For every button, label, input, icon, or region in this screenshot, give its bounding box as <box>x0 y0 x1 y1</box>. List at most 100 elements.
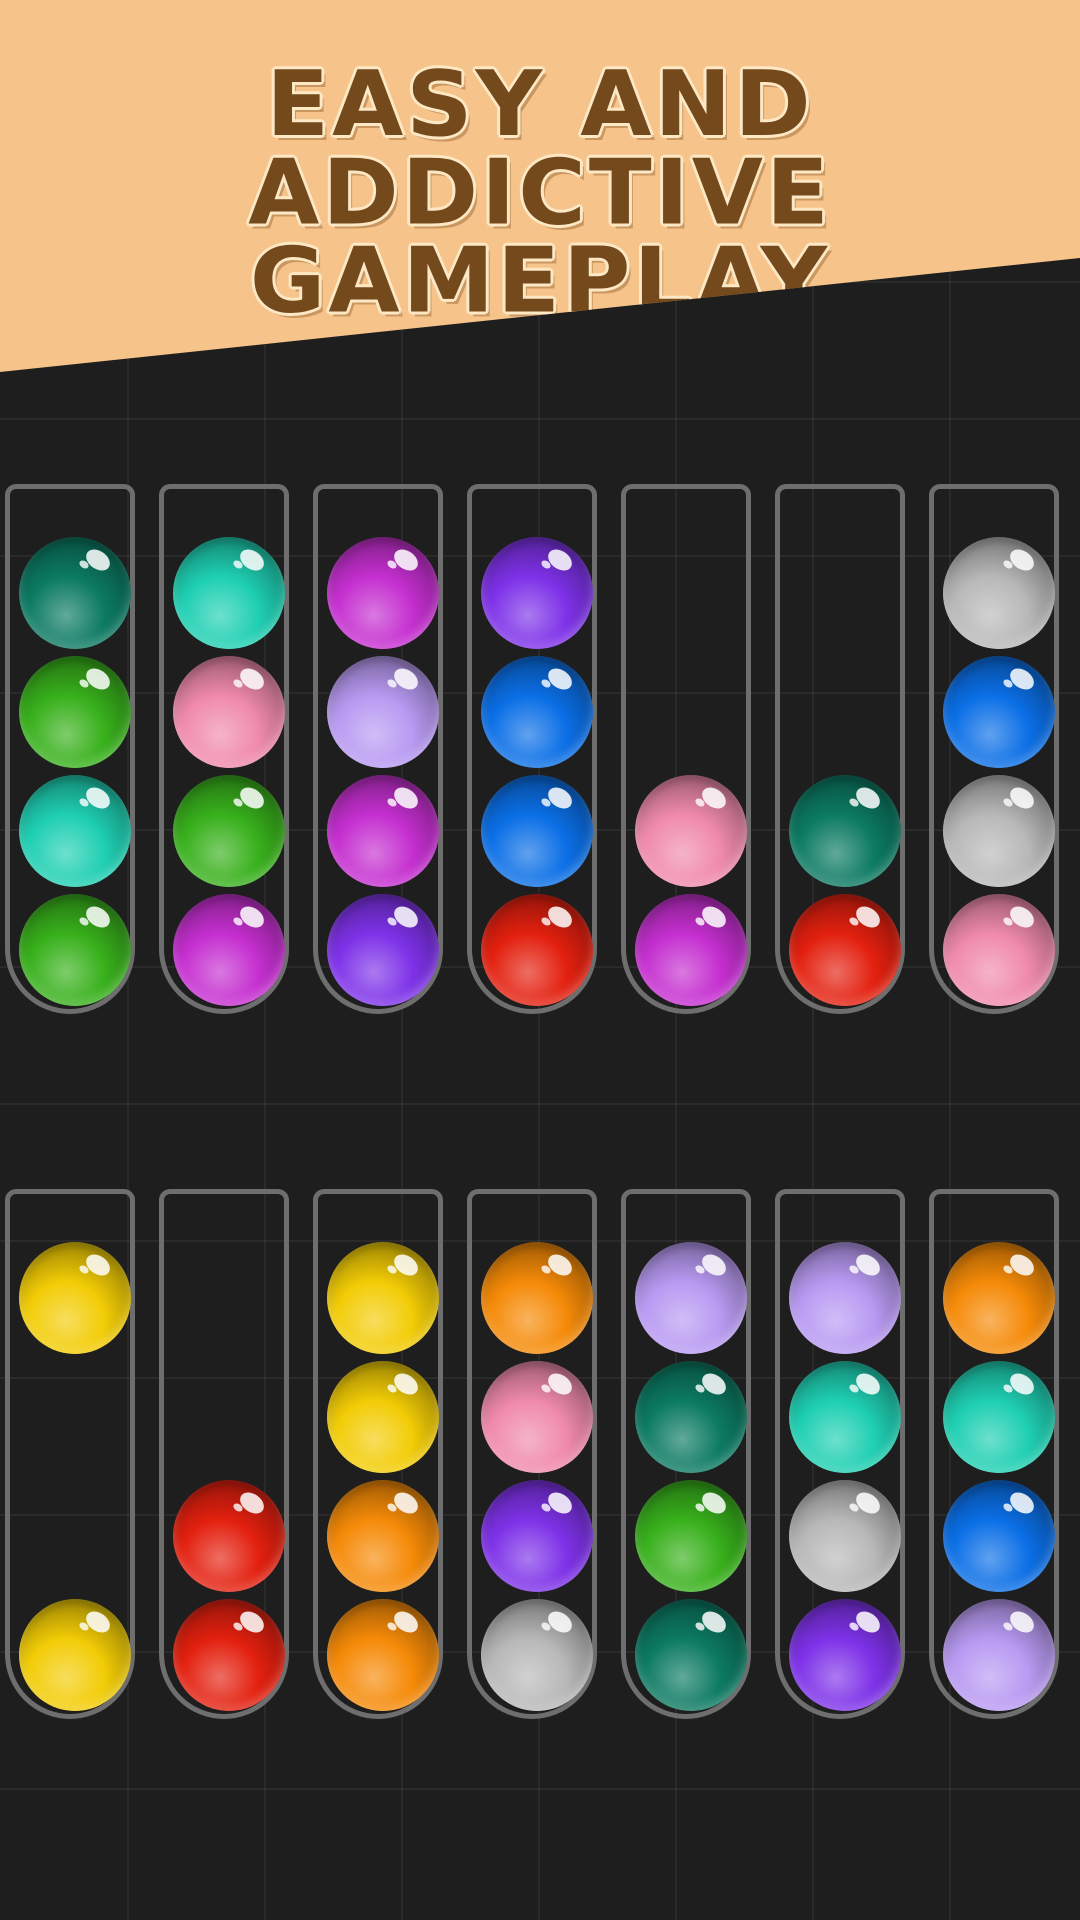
ball-highlight <box>698 783 730 813</box>
ball-highlight <box>82 545 114 575</box>
ball-highlight <box>390 783 422 813</box>
tube-1-2[interactable] <box>159 484 289 1014</box>
ball-highlight <box>390 902 422 932</box>
tube-2-1[interactable] <box>5 1189 135 1719</box>
ball-highlight <box>82 902 114 932</box>
ball-highlight <box>544 1369 576 1399</box>
ball-teal <box>19 775 131 887</box>
ball-orange <box>943 1242 1055 1354</box>
ball-magenta <box>327 537 439 649</box>
promo-banner: EASY AND ADDICTIVE GAMEPLAY <box>0 0 1080 372</box>
ball-highlight <box>236 1488 268 1518</box>
tube-2-3[interactable] <box>313 1189 443 1719</box>
ball-yellow <box>327 1242 439 1354</box>
ball-teal <box>789 1361 901 1473</box>
ball-purple <box>327 894 439 1006</box>
ball-highlight <box>236 783 268 813</box>
ball-highlight <box>1006 1488 1038 1518</box>
ball-highlight <box>544 545 576 575</box>
tube-1-5[interactable] <box>621 484 751 1014</box>
ball-magenta <box>635 894 747 1006</box>
ball-highlight <box>698 1250 730 1280</box>
ball-lavender <box>789 1242 901 1354</box>
ball-pink <box>173 656 285 768</box>
ball-highlight <box>852 1250 884 1280</box>
ball-magenta <box>327 775 439 887</box>
ball-highlight <box>1006 545 1038 575</box>
ball-purple <box>789 1599 901 1711</box>
ball-highlight <box>544 902 576 932</box>
ball-highlight <box>1006 664 1038 694</box>
ball-yellow <box>327 1361 439 1473</box>
ball-highlight <box>82 1250 114 1280</box>
ball-orange <box>327 1480 439 1592</box>
tube-2-6[interactable] <box>775 1189 905 1719</box>
ball-highlight <box>698 1607 730 1637</box>
ball-highlight <box>1006 902 1038 932</box>
ball-dark-teal <box>19 537 131 649</box>
ball-pink <box>635 775 747 887</box>
ball-highlight <box>390 1607 422 1637</box>
ball-gray <box>789 1480 901 1592</box>
ball-pink <box>943 894 1055 1006</box>
tube-1-4[interactable] <box>467 484 597 1014</box>
ball-yellow <box>19 1599 131 1711</box>
tube-2-5[interactable] <box>621 1189 751 1719</box>
ball-magenta <box>173 894 285 1006</box>
ball-blue <box>943 656 1055 768</box>
ball-highlight <box>82 664 114 694</box>
ball-teal <box>943 1361 1055 1473</box>
tube-2-4[interactable] <box>467 1189 597 1719</box>
ball-highlight <box>1006 1250 1038 1280</box>
ball-highlight <box>390 664 422 694</box>
ball-highlight <box>390 1488 422 1518</box>
tube-1-6[interactable] <box>775 484 905 1014</box>
ball-highlight <box>852 783 884 813</box>
ball-dark-teal <box>789 775 901 887</box>
ball-gray <box>481 1599 593 1711</box>
ball-green <box>19 894 131 1006</box>
ball-red <box>481 894 593 1006</box>
ball-highlight <box>852 1369 884 1399</box>
ball-green <box>19 656 131 768</box>
ball-teal <box>173 537 285 649</box>
ball-highlight <box>544 1250 576 1280</box>
ball-highlight <box>698 1488 730 1518</box>
ball-gray <box>943 537 1055 649</box>
tube-1-3[interactable] <box>313 484 443 1014</box>
ball-green <box>173 775 285 887</box>
ball-orange <box>481 1242 593 1354</box>
tube-2-7[interactable] <box>929 1189 1059 1719</box>
banner-title-line-2: GAMEPLAY <box>249 228 831 334</box>
ball-highlight <box>698 1369 730 1399</box>
ball-yellow <box>19 1242 131 1354</box>
ball-highlight <box>236 545 268 575</box>
ball-highlight <box>544 1488 576 1518</box>
ball-highlight <box>544 783 576 813</box>
tube-row-1 <box>0 484 1080 1034</box>
tube-1-7[interactable] <box>929 484 1059 1014</box>
ball-orange <box>327 1599 439 1711</box>
ball-lavender <box>327 656 439 768</box>
ball-blue <box>943 1480 1055 1592</box>
ball-highlight <box>852 902 884 932</box>
banner-title: EASY AND ADDICTIVE GAMEPLAY <box>0 51 1080 334</box>
ball-highlight <box>390 1250 422 1280</box>
ball-highlight <box>82 1607 114 1637</box>
ball-dark-teal <box>635 1361 747 1473</box>
ball-highlight <box>390 1369 422 1399</box>
banner-title-line-1: EASY AND ADDICTIVE <box>248 51 832 245</box>
tube-1-1[interactable] <box>5 484 135 1014</box>
ball-gray <box>943 775 1055 887</box>
ball-highlight <box>852 1488 884 1518</box>
ball-highlight <box>236 1607 268 1637</box>
ball-purple <box>481 537 593 649</box>
tube-row-2 <box>0 1189 1080 1739</box>
ball-highlight <box>236 664 268 694</box>
ball-highlight <box>1006 783 1038 813</box>
ball-lavender <box>635 1242 747 1354</box>
ball-red <box>173 1480 285 1592</box>
ball-green <box>635 1480 747 1592</box>
ball-highlight <box>544 664 576 694</box>
tube-2-2[interactable] <box>159 1189 289 1719</box>
